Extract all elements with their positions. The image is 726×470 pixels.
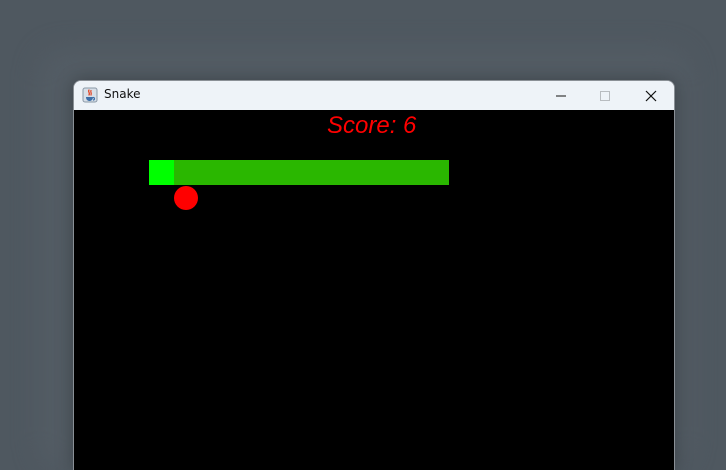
minimize-button[interactable]: [538, 81, 584, 110]
window-title: Snake: [104, 87, 141, 101]
score-display: Score: 6: [327, 111, 416, 141]
snake-window: Snake Score: 6: [73, 80, 675, 470]
score-value: 6: [403, 112, 417, 139]
score-label: Score:: [327, 112, 404, 139]
minimize-icon: [555, 90, 567, 102]
java-coffee-cup-icon: [82, 87, 98, 103]
maximize-button[interactable]: [582, 81, 628, 110]
game-canvas[interactable]: Score: 6: [74, 110, 674, 470]
title-bar[interactable]: Snake: [74, 81, 674, 110]
snake-head: [149, 160, 174, 185]
close-icon: [645, 90, 657, 102]
food-apple: [174, 186, 198, 210]
maximize-icon: [599, 90, 611, 102]
close-button[interactable]: [628, 81, 674, 110]
snake-body: [174, 160, 449, 185]
